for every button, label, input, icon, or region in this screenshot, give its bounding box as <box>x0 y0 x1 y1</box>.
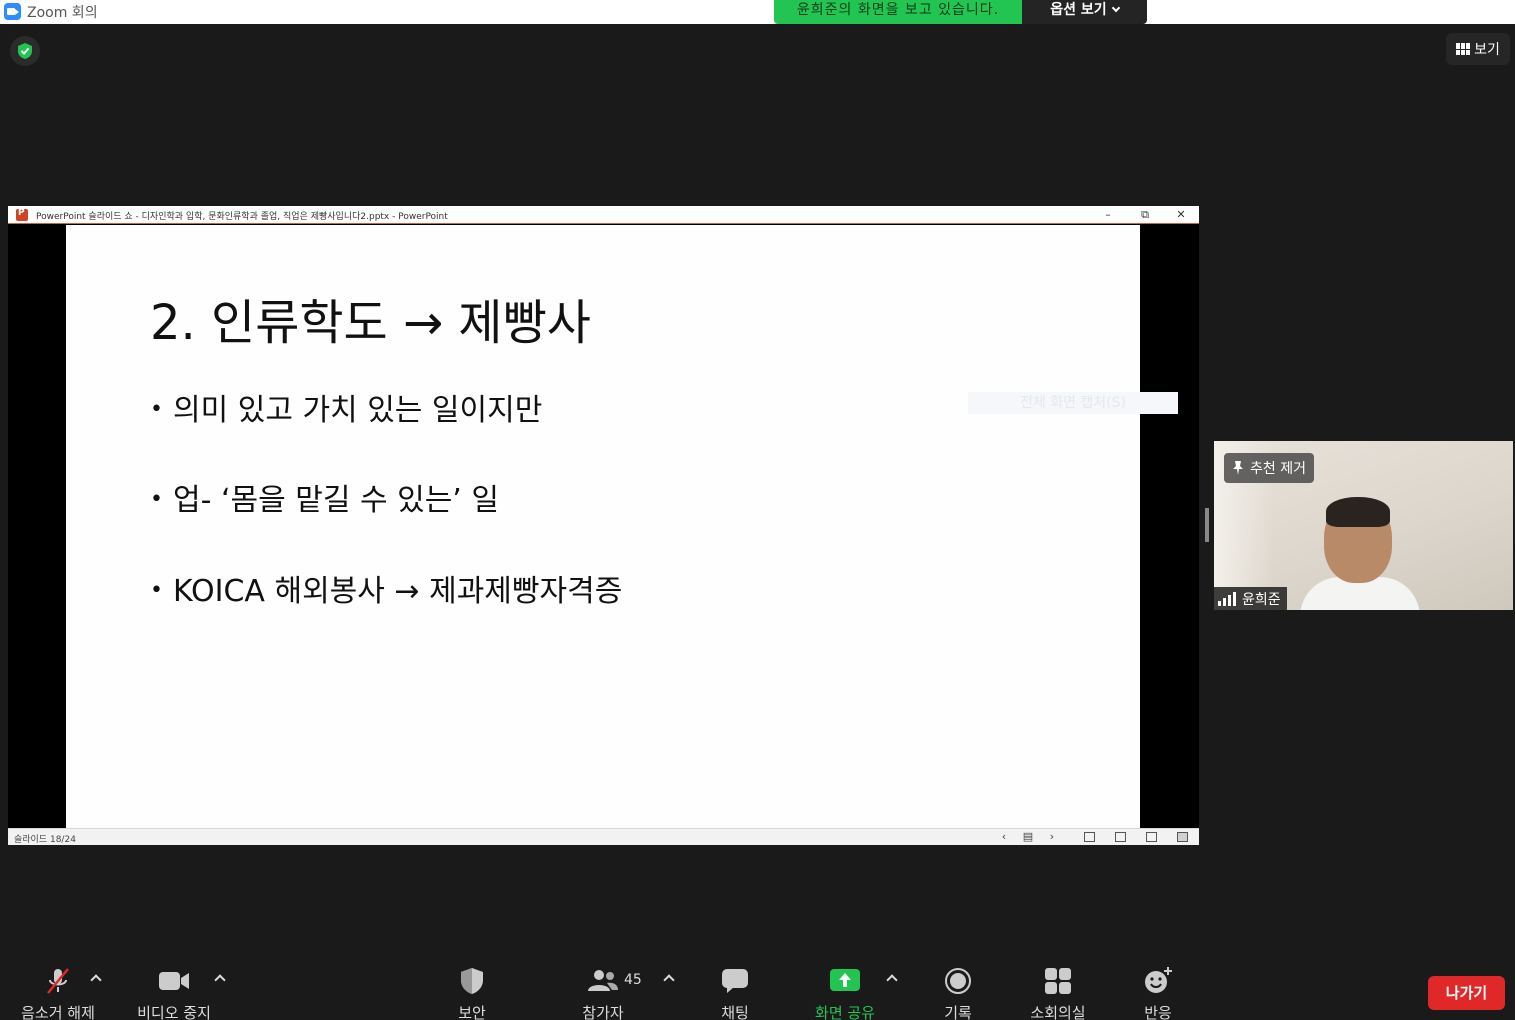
participant-name-tag: 윤희준 <box>1214 587 1287 610</box>
participants-label: 참가자 <box>582 1004 624 1020</box>
share-screen-button[interactable]: 화면 공유 <box>795 966 895 1020</box>
ppt-window-title: PowerPoint 슬라이드 쇼 - 디자인학과 입학, 문화인류학과 졸업,… <box>36 212 448 222</box>
record-icon <box>908 966 1008 996</box>
slide-sorter-icon[interactable] <box>1115 832 1126 842</box>
remove-spotlight-button[interactable]: 추천 제거 <box>1224 453 1314 483</box>
encryption-shield-button[interactable] <box>10 36 40 66</box>
normal-view-icon[interactable] <box>1084 832 1095 842</box>
breakout-rooms-icon <box>1008 966 1108 996</box>
chat-label: 채팅 <box>721 1004 749 1020</box>
stop-video-label: 비디오 중지 <box>137 1004 211 1020</box>
record-button[interactable]: 기록 <box>908 966 1008 1020</box>
zoom-logo-icon <box>4 3 21 20</box>
chat-bubble-icon <box>685 966 785 996</box>
shared-powerpoint-window: PowerPoint 슬라이드 쇼 - 디자인학과 입학, 문화인류학과 졸업,… <box>8 206 1199 845</box>
powerpoint-icon <box>16 208 28 221</box>
chat-button[interactable]: 채팅 <box>685 966 785 1020</box>
signal-strength-icon <box>1218 591 1236 606</box>
slide-bullet: KOICA 해외봉사 → 제과제빵자격증 <box>150 566 622 610</box>
stop-video-button[interactable]: 비디오 중지 <box>124 966 224 1020</box>
view-layout-label: 보기 <box>1474 42 1500 58</box>
slideshow-view-icon[interactable] <box>1177 832 1188 842</box>
security-shield-icon <box>422 966 522 996</box>
participants-options-caret[interactable] <box>663 974 675 986</box>
full-screen-capture-hint: 전체 화면 캡처(S) <box>968 392 1178 414</box>
view-options-label: 옵션 보기 <box>1050 2 1107 18</box>
breakout-rooms-button[interactable]: 소회의실 <box>1008 966 1108 1020</box>
grid-view-icon <box>1456 43 1471 55</box>
slide-bullet: 의미 있고 가치 있는 일이지만 <box>150 385 542 429</box>
pin-icon <box>1233 461 1243 475</box>
ppt-minimize-button[interactable]: – <box>1098 207 1118 223</box>
security-label: 보안 <box>458 1004 486 1020</box>
reactions-button[interactable]: 반응 <box>1108 966 1208 1020</box>
share-screen-icon <box>795 966 895 996</box>
ppt-close-button[interactable]: ✕ <box>1171 207 1191 223</box>
ppt-statusbar: 슬라이드 18/24 ‹ ▤ › <box>8 828 1199 845</box>
chevron-down-icon <box>1111 3 1120 13</box>
reaction-emoji-icon <box>1108 966 1208 996</box>
share-screen-label: 화면 공유 <box>815 1004 875 1020</box>
next-slide-icon[interactable]: › <box>1045 830 1059 844</box>
shield-check-icon <box>18 43 32 59</box>
slide-bullet: 업- ‘몸을 맡길 수 있는’ 일 <box>150 475 499 519</box>
video-camera-icon <box>124 966 224 996</box>
remove-spotlight-label: 추천 제거 <box>1250 461 1306 477</box>
slide-canvas: 2. 인류학도 → 제빵사 의미 있고 가치 있는 일이지만 업- ‘몸을 맡길… <box>66 225 1178 828</box>
security-button[interactable]: 보안 <box>422 966 522 1020</box>
view-options-button[interactable]: 옵션 보기 <box>1022 0 1147 24</box>
reactions-label: 반응 <box>1144 1004 1172 1020</box>
ppt-titlebar: PowerPoint 슬라이드 쇼 - 디자인학과 입학, 문화인류학과 졸업,… <box>8 206 1199 224</box>
slide-title: 2. 인류학도 → 제빵사 <box>150 295 591 351</box>
ppt-restore-button[interactable]: ⧉ <box>1135 207 1155 223</box>
participant-video-tile[interactable]: 추천 제거 윤희준 <box>1214 441 1513 610</box>
leave-meeting-button[interactable]: 나가기 <box>1428 976 1505 1010</box>
window-titlebar: Zoom 회의 <box>0 0 1515 24</box>
meeting-toolbar: 음소거 해제 비디오 중지 보안 참가자 45 채팅 화면 공유 기록 소회의실… <box>0 960 1515 1020</box>
participants-count: 45 <box>624 972 642 988</box>
window-title: Zoom 회의 <box>27 5 98 21</box>
viewing-screen-banner: 윤희준의 화면을 보고 있습니다. <box>774 0 1022 24</box>
breakout-rooms-label: 소회의실 <box>1030 1004 1086 1020</box>
participant-hair <box>1326 497 1390 527</box>
slide-menu-icon[interactable]: ▤ <box>1021 830 1035 844</box>
view-layout-button[interactable]: 보기 <box>1446 33 1510 65</box>
panel-resize-handle[interactable] <box>1205 508 1209 542</box>
unmute-button[interactable]: 음소거 해제 <box>8 966 108 1020</box>
record-label: 기록 <box>944 1004 972 1020</box>
reading-view-icon[interactable] <box>1146 832 1157 842</box>
slide-counter: 슬라이드 18/24 <box>14 835 76 845</box>
participant-name: 윤희준 <box>1242 591 1281 608</box>
unmute-label: 음소거 해제 <box>21 1004 95 1020</box>
previous-slide-icon[interactable]: ‹ <box>997 830 1011 844</box>
